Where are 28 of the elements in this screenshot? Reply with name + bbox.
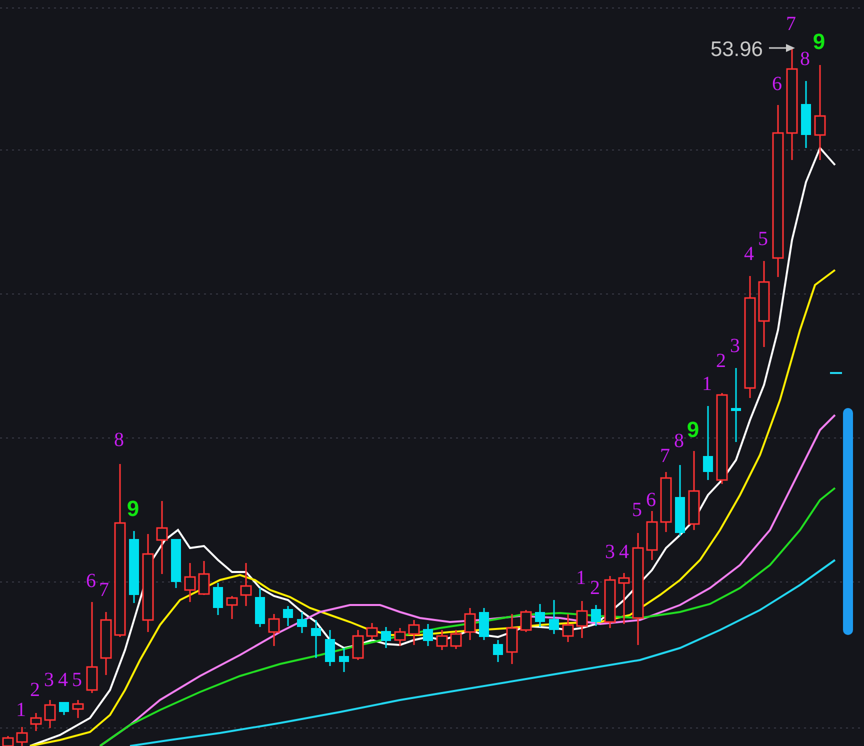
- sequence-count-label: 5: [758, 228, 768, 250]
- sequence-count-label: 3: [605, 541, 615, 563]
- sequence-count-label: 1: [16, 699, 26, 721]
- sequence-count-label: 6: [772, 73, 782, 95]
- sequence-signal-label: 9: [126, 496, 140, 521]
- high-price-label: 53.96: [710, 38, 763, 61]
- sequence-count-label: 2: [716, 350, 726, 372]
- sequence-count-label: 2: [590, 577, 600, 599]
- sequence-count-label: 6: [86, 570, 96, 592]
- sequence-signal-label: 9: [686, 417, 700, 442]
- sequence-signal-label: 9: [812, 29, 826, 54]
- sequence-count-label: 8: [114, 429, 124, 451]
- sequence-count-label: 1: [702, 373, 712, 395]
- sequence-count-label: 4: [744, 243, 754, 265]
- sequence-count-label: 7: [786, 13, 796, 35]
- sequence-count-label: 8: [674, 430, 684, 452]
- sequence-count-label: 7: [660, 445, 670, 467]
- sequence-count-label: 7: [99, 579, 109, 601]
- sequence-count-label: 5: [632, 499, 642, 521]
- sequence-count-label: 2: [30, 679, 40, 701]
- sequence-count-label: 4: [58, 669, 68, 691]
- sequence-count-label: 5: [72, 669, 82, 691]
- sequence-count-label: 4: [619, 541, 629, 563]
- sequence-count-label: 6: [646, 489, 656, 511]
- sequence-count-label: 1: [576, 567, 586, 589]
- sequence-count-label: 3: [730, 335, 740, 357]
- sequence-count-label: 3: [44, 669, 54, 691]
- sequence-count-label: 8: [800, 48, 810, 70]
